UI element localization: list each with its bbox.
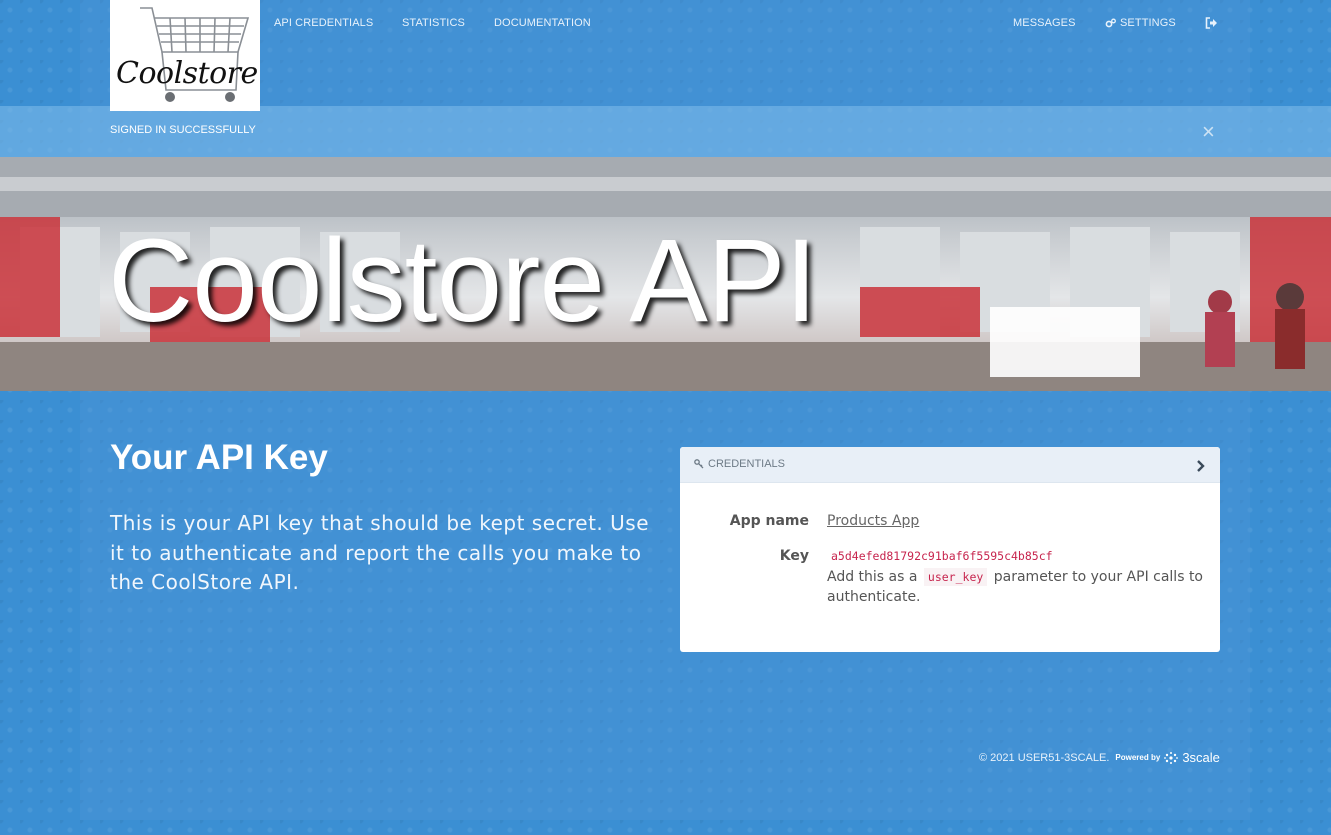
coolstore-logo[interactable]: Coolstore <box>110 0 260 111</box>
credentials-header: CREDENTIALS <box>694 458 785 470</box>
credentials-panel-header: CREDENTIALS <box>680 447 1220 483</box>
chevron-right-icon[interactable] <box>1196 458 1206 477</box>
user-key-code: user_key <box>923 568 988 586</box>
nav-api-credentials[interactable]: API CREDENTIALS <box>274 17 373 29</box>
credentials-header-label: CREDENTIALS <box>708 458 786 470</box>
key-icon <box>694 459 704 469</box>
api-key-description: This is your API key that should be kept… <box>110 511 649 594</box>
nav-messages[interactable]: MESSAGES <box>1013 17 1076 29</box>
logo-text: Coolstore <box>116 56 258 91</box>
powered-by-3scale[interactable]: Powered by 3scale <box>1115 750 1219 765</box>
app-name-label: App name <box>729 513 809 529</box>
nav-settings-label: SETTINGS <box>1120 17 1176 29</box>
hero-title: Coolstore API <box>108 215 817 347</box>
flash-message: SIGNED IN SUCCESSFULLY <box>110 124 256 136</box>
key-help-prefix: Add this as a <box>827 569 918 585</box>
copyright: © 2021 USER51-3SCALE. <box>979 751 1110 764</box>
key-help-text: Add this as a user_key parameter to your… <box>827 567 1212 607</box>
sign-out-button[interactable] <box>1205 17 1218 32</box>
app-name-link[interactable]: Products App <box>827 513 919 529</box>
powered-by-label: Powered by <box>1115 753 1161 762</box>
gears-icon <box>1105 18 1116 27</box>
sign-out-icon <box>1205 17 1217 29</box>
3scale-logo-icon <box>1164 751 1179 764</box>
api-key-value[interactable]: a5d4efed81792c91baf6f5595c4b85cf <box>831 549 1053 563</box>
nav-documentation[interactable]: DOCUMENTATION <box>494 17 591 29</box>
key-label: Key <box>779 548 809 564</box>
nav-settings[interactable]: SETTINGS <box>1105 17 1176 29</box>
nav-statistics[interactable]: STATISTICS <box>402 17 465 29</box>
page-title: Your API Key <box>110 438 328 477</box>
footer: © 2021 USER51-3SCALE. Powered by 3scale <box>979 750 1220 765</box>
powered-brand: 3scale <box>1182 750 1220 765</box>
flash-close-button[interactable]: × <box>1202 119 1215 145</box>
credentials-panel: CREDENTIALS App name Products App Key a5… <box>680 447 1220 652</box>
